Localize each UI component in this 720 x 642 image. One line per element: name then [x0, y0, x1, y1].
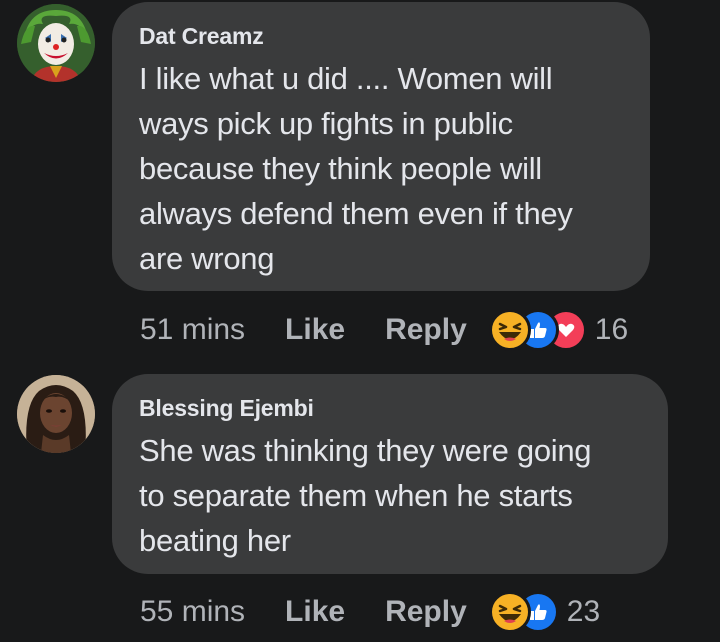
timestamp[interactable]: 51 mins — [140, 313, 245, 347]
reaction-count: 23 — [566, 595, 601, 628]
reply-button[interactable]: Reply — [385, 313, 467, 347]
author-name[interactable]: Blessing Ejembi — [139, 394, 640, 422]
comment-line: always defend them even if they — [139, 196, 573, 231]
reaction-icons — [488, 309, 587, 351]
comment-text: I like what u did .... Women will ways p… — [139, 56, 622, 281]
author-name[interactable]: Dat Creamz — [139, 22, 622, 50]
comment-line: I like what u did .... Women will — [139, 61, 553, 96]
comment-line: are wrong — [139, 241, 275, 276]
comment-line: beating her — [139, 523, 291, 558]
comment-line: to separate them when he starts — [139, 478, 573, 513]
comment-actions: 55 mins Like Reply 23 — [140, 591, 601, 633]
reactions-summary[interactable]: 23 — [488, 591, 601, 633]
avatar[interactable] — [17, 375, 95, 453]
comment-line: She was thinking they were going — [139, 433, 592, 468]
reactions-summary[interactable]: 16 — [488, 309, 629, 351]
comment-bubble: Blessing Ejembi She was thinking they we… — [112, 374, 668, 574]
comment-actions: 51 mins Like Reply 16 — [140, 309, 629, 351]
reaction-icons — [488, 591, 559, 633]
reaction-count: 16 — [594, 313, 629, 346]
comments-thread: Dat Creamz I like what u did .... Women … — [0, 0, 720, 642]
reply-button[interactable]: Reply — [385, 595, 467, 629]
woman-avatar-icon — [17, 375, 95, 453]
comment-line: ways pick up fights in public — [139, 106, 513, 141]
like-button[interactable]: Like — [285, 595, 345, 629]
timestamp[interactable]: 55 mins — [140, 595, 245, 629]
like-button[interactable]: Like — [285, 313, 345, 347]
comment-bubble: Dat Creamz I like what u did .... Women … — [112, 2, 650, 291]
haha-icon — [488, 591, 531, 633]
avatar[interactable] — [17, 4, 95, 82]
haha-icon — [488, 309, 531, 351]
comment-text: She was thinking they were going to sepa… — [139, 428, 640, 563]
comment-line: because they think people will — [139, 151, 542, 186]
joker-avatar-icon — [17, 4, 95, 82]
